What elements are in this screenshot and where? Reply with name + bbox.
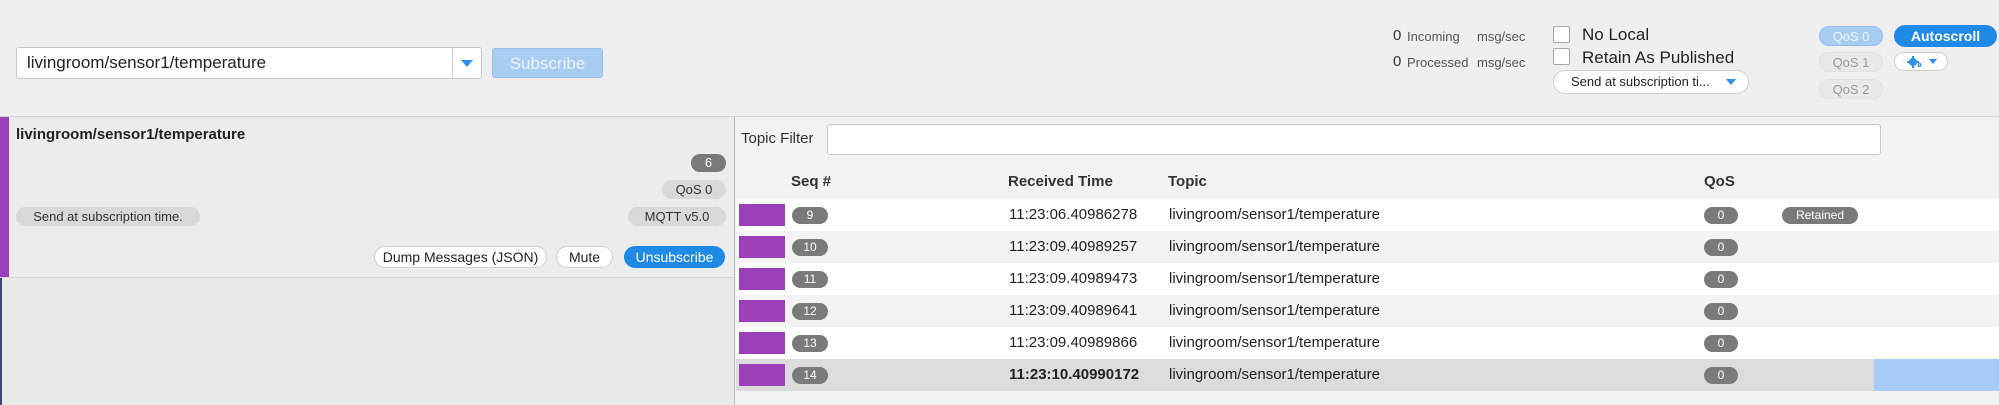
message-topic: livingroom/sensor1/temperature	[1169, 206, 1380, 223]
message-topic: livingroom/sensor1/temperature	[1169, 302, 1380, 319]
seq-badge: 9	[792, 207, 828, 224]
qos-badge: 0	[1704, 239, 1738, 256]
topic-filter-label: Topic Filter	[741, 130, 814, 147]
processed-count: 0	[1393, 53, 1402, 70]
message-row[interactable]: 10 11:23:09.40989257 livingroom/sensor1/…	[736, 231, 1999, 263]
seq-badge: 10	[792, 239, 828, 256]
subscription-qos-badge: QoS 0	[662, 180, 726, 199]
incoming-label: Incoming	[1407, 29, 1460, 44]
topic-filter-input[interactable]	[827, 124, 1881, 155]
subscription-color-swatch	[739, 364, 785, 386]
seq-badge: 14	[792, 367, 828, 384]
message-row-selected[interactable]: 14 11:23:10.40990172 livingroom/sensor1/…	[736, 359, 1999, 391]
message-row[interactable]: 12 11:23:09.40989641 livingroom/sensor1/…	[736, 295, 1999, 327]
qos-badge: 0	[1704, 303, 1738, 320]
column-header-topic[interactable]: Topic	[1168, 173, 1207, 190]
processed-unit: msg/sec	[1477, 55, 1526, 70]
seq-badge: 13	[792, 335, 828, 352]
subscription-color-swatch	[739, 204, 785, 226]
topic-history-dropdown[interactable]	[452, 48, 481, 78]
settings-menu-button[interactable]	[1894, 52, 1948, 71]
subscription-topic: livingroom/sensor1/temperature	[16, 126, 246, 143]
message-count-badge: 6	[691, 154, 726, 172]
subscription-color-swatch	[739, 268, 785, 290]
qos-0-button[interactable]: QoS 0	[1819, 26, 1883, 46]
mute-button[interactable]: Mute	[556, 246, 613, 268]
retain-handling-badge: Send at subscription time.	[16, 207, 200, 226]
chevron-down-icon	[461, 60, 473, 67]
topic-input[interactable]: livingroom/sensor1/temperature	[16, 47, 482, 79]
selection-highlight	[1874, 359, 1999, 391]
no-local-checkbox[interactable]	[1553, 26, 1570, 43]
subscription-color-swatch	[739, 332, 785, 354]
column-header-received-time[interactable]: Received Time	[1008, 173, 1113, 190]
processed-label: Processed	[1407, 55, 1469, 70]
retained-badge: Retained	[1782, 207, 1858, 224]
qos-badge: 0	[1704, 271, 1738, 288]
received-time: 11:23:10.40990172	[1009, 366, 1140, 383]
protocol-badge: MQTT v5.0	[628, 207, 726, 226]
received-time: 11:23:06.40986278	[1009, 206, 1138, 223]
incoming-unit: msg/sec	[1477, 29, 1526, 44]
chevron-down-icon	[1726, 79, 1736, 85]
subscription-color-swatch	[739, 236, 785, 258]
gear-icon	[1907, 56, 1922, 68]
message-row[interactable]: 13 11:23:09.40989866 livingroom/sensor1/…	[736, 327, 1999, 359]
received-time: 11:23:09.40989866	[1009, 334, 1138, 351]
seq-badge: 12	[792, 303, 828, 320]
dump-messages-button[interactable]: Dump Messages (JSON)	[374, 246, 547, 268]
topic-input-value[interactable]: livingroom/sensor1/temperature	[27, 48, 266, 78]
subscription-color-bar	[0, 117, 9, 277]
qos-badge: 0	[1704, 367, 1738, 384]
subscribe-button[interactable]: Subscribe	[492, 48, 603, 78]
qos-2-button[interactable]: QoS 2	[1819, 79, 1883, 99]
chevron-down-icon	[1929, 59, 1937, 64]
message-topic: livingroom/sensor1/temperature	[1169, 366, 1380, 383]
qos-badge: 0	[1704, 207, 1738, 224]
retain-handling-select[interactable]: Send at subscription ti...	[1553, 70, 1749, 94]
qos-1-button[interactable]: QoS 1	[1819, 52, 1883, 72]
no-local-label: No Local	[1582, 25, 1650, 44]
message-row[interactable]: 9 11:23:06.40986278 livingroom/sensor1/t…	[736, 199, 1999, 231]
received-time: 11:23:09.40989641	[1009, 302, 1138, 319]
message-topic: livingroom/sensor1/temperature	[1169, 270, 1380, 287]
autoscroll-button[interactable]: Autoscroll	[1894, 25, 1997, 47]
message-row[interactable]: 11 11:23:09.40989473 livingroom/sensor1/…	[736, 263, 1999, 295]
column-header-seq[interactable]: Seq #	[791, 173, 831, 190]
message-topic: livingroom/sensor1/temperature	[1169, 238, 1380, 255]
retain-handling-value: Send at subscription ti...	[1571, 74, 1710, 89]
subscription-color-swatch	[739, 300, 785, 322]
incoming-count: 0	[1393, 27, 1402, 44]
unsubscribe-button[interactable]: Unsubscribe	[624, 246, 725, 268]
received-time: 11:23:09.40989473	[1009, 270, 1138, 287]
seq-badge: 11	[792, 271, 828, 288]
message-topic: livingroom/sensor1/temperature	[1169, 334, 1380, 351]
column-header-qos[interactable]: QoS	[1704, 173, 1735, 190]
received-time: 11:23:09.40989257	[1009, 238, 1138, 255]
qos-badge: 0	[1704, 335, 1738, 352]
retain-as-published-checkbox[interactable]	[1553, 48, 1570, 65]
retain-as-published-label: Retain As Published	[1582, 48, 1735, 67]
